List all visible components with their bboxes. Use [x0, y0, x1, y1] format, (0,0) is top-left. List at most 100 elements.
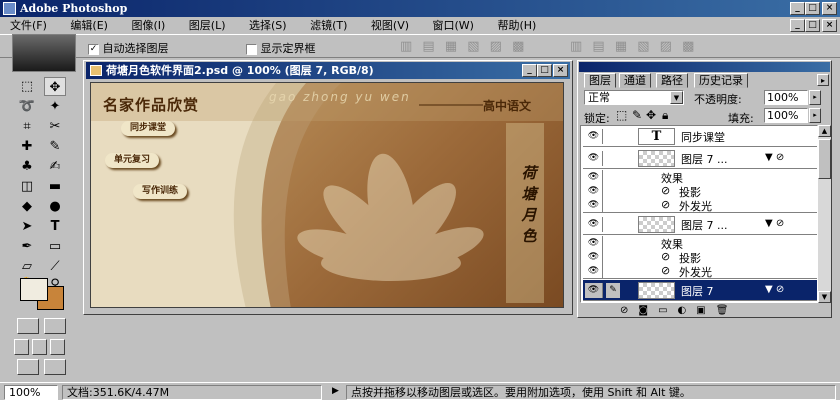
layer-name[interactable]: 同步课堂: [681, 129, 725, 145]
eraser-tool-icon[interactable]: ◫: [16, 177, 38, 196]
lock-transparent-icon[interactable]: ⬚: [616, 108, 627, 122]
blur-tool-icon[interactable]: ◆: [16, 197, 38, 216]
layer-row[interactable]: 👁︎ 图层 7 ... ▼ ⊘: [583, 214, 817, 235]
distribute-icons[interactable]: ▥ ▤ ▦ ▧ ▨ ▩: [570, 39, 697, 54]
show-bbox-option[interactable]: 显示定界框: [246, 40, 316, 56]
history-brush-icon[interactable]: ✍: [44, 157, 66, 176]
doc-win-close-button[interactable]: ×: [553, 64, 568, 77]
menu-filter[interactable]: 滤镜(T): [310, 19, 347, 32]
menu-window[interactable]: 窗口(W): [433, 19, 474, 32]
move-tool-icon[interactable]: ✥: [44, 77, 66, 96]
effect-row-outer-glow[interactable]: 👁︎ ⊘ 外发光: [583, 264, 817, 279]
standard-mode-button[interactable]: [17, 318, 39, 334]
layers-panel[interactable]: 图层 通道 路径 历史记录 ▸ 正常 ▼ 不透明度: 100% ▸ 锁定: ⬚ …: [577, 60, 832, 318]
screen-mode-full-button[interactable]: [50, 339, 65, 355]
eye-icon[interactable]: 👁︎: [585, 198, 603, 212]
jump-imageready-button[interactable]: [17, 359, 39, 375]
brush-icon[interactable]: ✎: [606, 283, 620, 298]
marquee-tool-icon[interactable]: ⬚: [16, 77, 38, 96]
layer-effects-row[interactable]: 👁︎ 效果: [583, 236, 817, 251]
doc-minimize-button[interactable]: _: [790, 19, 805, 32]
adjustment-layer-icon[interactable]: ◐: [678, 305, 697, 316]
healing-brush-icon[interactable]: ✚: [16, 137, 38, 156]
layers-list[interactable]: 👁︎ T 同步课堂 👁︎ 图层 7 ... ▼ ⊘ 👁︎ 效果 👁︎ ⊘ 投影 …: [580, 125, 818, 303]
link-slot[interactable]: [606, 151, 620, 166]
document-canvas[interactable]: 名家作品欣赏 gao zhong yu wen 高中语文 同步课堂 单元复习 写…: [90, 82, 564, 308]
type-tool-icon[interactable]: T: [44, 217, 66, 236]
effect-row-drop-shadow[interactable]: 👁︎ ⊘ 投影: [583, 184, 817, 199]
screen-mode-menu-button[interactable]: [32, 339, 47, 355]
pen-tool-icon[interactable]: ✒: [16, 237, 38, 256]
document-titlebar[interactable]: 荷塘月色软件界面2.psd @ 100% (图层 7, RGB/8) _ □ ×: [86, 62, 570, 79]
maximize-button[interactable]: □: [805, 2, 820, 15]
layer-effects-row[interactable]: 👁︎ 效果: [583, 170, 817, 185]
brush-tool-icon[interactable]: ✎: [44, 137, 66, 156]
zoom-level-field[interactable]: 100%: [4, 385, 58, 400]
layers-scrollbar[interactable]: ▲ ▼: [818, 125, 831, 303]
eyedropper-tool-icon[interactable]: ⟋: [44, 257, 66, 276]
tab-layers[interactable]: 图层: [584, 73, 616, 88]
link-slot[interactable]: [606, 129, 620, 144]
lock-all-icon[interactable]: 🔒︎: [662, 108, 668, 123]
eye-icon[interactable]: 👁︎: [585, 236, 603, 250]
menu-select[interactable]: 选择(S): [249, 19, 287, 32]
path-select-tool-icon[interactable]: ➤: [16, 217, 38, 236]
chevron-down-icon[interactable]: ▼: [670, 91, 683, 104]
tab-history[interactable]: 历史记录: [694, 73, 748, 88]
menu-file[interactable]: 文件(F): [10, 19, 47, 32]
new-layer-icon[interactable]: ▣: [696, 305, 715, 316]
slice-tool-icon[interactable]: ✂: [44, 117, 66, 136]
magic-wand-tool-icon[interactable]: ✦: [44, 97, 66, 116]
status-menu-arrow-icon[interactable]: ▶: [332, 386, 339, 396]
eye-icon[interactable]: 👁︎: [585, 283, 603, 298]
layer-row-text[interactable]: 👁︎ T 同步课堂: [583, 126, 817, 147]
close-button[interactable]: ×: [822, 2, 837, 15]
imageready-icon[interactable]: [44, 359, 66, 375]
layers-panel-titlebar[interactable]: [579, 62, 830, 72]
trash-icon[interactable]: 🗑︎: [716, 305, 739, 316]
lock-image-icon[interactable]: ✎: [632, 108, 642, 122]
screen-mode-standard-button[interactable]: [14, 339, 29, 355]
notes-tool-icon[interactable]: ▱: [16, 257, 38, 276]
auto-select-checkbox[interactable]: ✓: [88, 43, 99, 55]
menu-layer[interactable]: 图层(L): [189, 19, 226, 32]
opacity-input[interactable]: 100%: [764, 90, 808, 105]
eye-icon[interactable]: 👁︎: [585, 184, 603, 198]
tab-channels[interactable]: 通道: [619, 73, 651, 88]
menu-help[interactable]: 帮助(H): [497, 19, 536, 32]
layer-style-icon[interactable]: ⊘: [620, 305, 638, 316]
effect-row-drop-shadow[interactable]: 👁︎ ⊘ 投影: [583, 250, 817, 265]
auto-select-option[interactable]: ✓ 自动选择图层: [88, 40, 169, 56]
crop-tool-icon[interactable]: ⌗: [16, 117, 38, 136]
minimize-button[interactable]: _: [790, 2, 805, 15]
eye-icon[interactable]: 👁︎: [585, 217, 603, 232]
effects-badge-icon[interactable]: ▼ ⊘: [765, 218, 784, 229]
link-slot[interactable]: [606, 217, 620, 232]
layer-row[interactable]: 👁︎ 图层 7 ... ▼ ⊘: [583, 148, 817, 169]
scroll-thumb[interactable]: [818, 139, 831, 179]
panel-menu-icon[interactable]: ▸: [817, 74, 829, 86]
effect-row-outer-glow[interactable]: 👁︎ ⊘ 外发光: [583, 198, 817, 213]
eye-icon[interactable]: 👁︎: [585, 250, 603, 264]
menu-image[interactable]: 图像(I): [131, 19, 165, 32]
layer-mask-icon[interactable]: ◙: [638, 305, 658, 316]
gradient-tool-icon[interactable]: ▬: [44, 177, 66, 196]
lock-position-icon[interactable]: ✥: [646, 108, 656, 122]
menu-edit[interactable]: 编辑(E): [70, 19, 108, 32]
doc-restore-button[interactable]: □: [805, 19, 820, 32]
fill-arrow-icon[interactable]: ▸: [809, 108, 821, 123]
tab-paths[interactable]: 路径: [656, 73, 688, 88]
layer-name[interactable]: 图层 7: [681, 283, 714, 299]
show-bbox-checkbox[interactable]: [246, 43, 257, 55]
menu-view[interactable]: 视图(V): [371, 19, 409, 32]
fill-input[interactable]: 100%: [764, 108, 808, 123]
effects-badge-icon[interactable]: ▼ ⊘: [765, 152, 784, 163]
quick-mask-button[interactable]: [44, 318, 66, 334]
eye-icon[interactable]: 👁︎: [585, 129, 603, 144]
lasso-tool-icon[interactable]: ➰: [16, 97, 38, 116]
opacity-arrow-icon[interactable]: ▸: [809, 90, 821, 105]
eye-icon[interactable]: 👁︎: [585, 264, 603, 278]
doc-size-field[interactable]: 文档:351.6K/4.47M: [62, 385, 322, 400]
layer-row-selected[interactable]: 👁︎ ✎ 图层 7 ▼ ⊘: [583, 280, 817, 301]
effects-badge-icon[interactable]: ▼ ⊘: [765, 284, 784, 295]
